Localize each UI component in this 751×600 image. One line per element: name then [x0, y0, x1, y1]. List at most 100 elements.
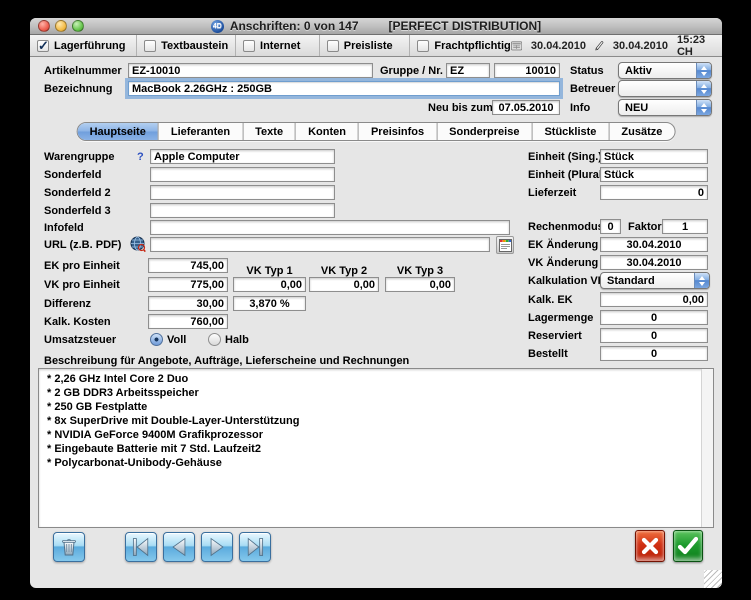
einheit-plural-field[interactable]: Stück: [600, 167, 708, 182]
differenz-label: Differenz: [44, 298, 91, 310]
calendar-icon: [511, 39, 522, 52]
ek-pro-einheit-label: EK pro Einheit: [44, 260, 120, 272]
neu-bis-zum-field[interactable]: 07.05.2010: [492, 100, 560, 115]
tab-sonderpreise[interactable]: Sonderpreise: [436, 123, 531, 140]
lagermenge-label: Lagermenge: [528, 312, 593, 324]
infofeld-field[interactable]: [150, 220, 510, 235]
checkbox-icon[interactable]: [37, 40, 49, 52]
radio-voll[interactable]: [150, 333, 163, 346]
vk-pro-einheit-field[interactable]: 775,00: [148, 277, 228, 292]
kalk-kosten-field[interactable]: 760,00: [148, 314, 228, 329]
checkbox-textbaustein[interactable]: Textbaustein: [137, 35, 236, 56]
kalk-ek-label: Kalk. EK: [528, 294, 573, 306]
sonderfeld-label: Sonderfeld: [44, 169, 101, 181]
popup-stepper-icon: [694, 273, 709, 288]
minimize-window-icon[interactable]: [55, 20, 67, 32]
flag-toolbar: Lagerführung Textbaustein Internet Preis…: [30, 35, 722, 57]
lieferzeit-field[interactable]: 0: [600, 185, 708, 200]
bezeichnung-field[interactable]: MacBook 2.26GHz : 250GB: [128, 81, 560, 96]
window-title: 4D Anschriften: 0 von 147 [PERFECT DISTR…: [30, 19, 722, 33]
faktor-field[interactable]: 1: [662, 219, 708, 234]
tab-konten[interactable]: Konten: [295, 123, 358, 140]
next-record-button[interactable]: [201, 532, 233, 562]
vk-typ2-field[interactable]: 0,00: [309, 277, 379, 292]
checkbox-icon[interactable]: [243, 40, 255, 52]
last-record-button[interactable]: [239, 532, 271, 562]
reserviert-field[interactable]: 0: [600, 328, 708, 343]
betreuer-popup[interactable]: [618, 80, 712, 97]
window-controls: [38, 20, 84, 32]
checkbox-internet[interactable]: Internet: [236, 35, 320, 56]
resize-grip[interactable]: [704, 570, 722, 588]
nr-field[interactable]: 10010: [494, 63, 560, 78]
einheit-sing-field[interactable]: Stück: [600, 149, 708, 164]
popup-stepper-icon: [696, 63, 711, 78]
lagermenge-field[interactable]: 0: [600, 310, 708, 325]
pencil-icon: [595, 39, 604, 52]
differenz-field[interactable]: 30,00: [148, 296, 228, 311]
tab-lieferanten[interactable]: Lieferanten: [158, 123, 242, 140]
warengruppe-field[interactable]: Apple Computer: [150, 149, 335, 164]
ek-pro-einheit-field[interactable]: 745,00: [148, 258, 228, 273]
status-label: Status: [570, 65, 604, 77]
modified-date: 30.04.2010: [613, 40, 668, 52]
close-window-icon[interactable]: [38, 20, 50, 32]
vk-typ1-field[interactable]: 0,00: [233, 277, 306, 292]
next-record-icon: [205, 536, 229, 558]
help-icon[interactable]: ?: [137, 151, 144, 163]
kalk-ek-field[interactable]: 0,00: [600, 292, 708, 307]
gruppe-field[interactable]: EZ: [446, 63, 490, 78]
warengruppe-label: Warengruppe: [44, 151, 115, 163]
previous-record-button[interactable]: [163, 532, 195, 562]
globe-icon[interactable]: [130, 236, 146, 253]
popup-stepper-icon: [696, 81, 711, 96]
vk-pro-einheit-label: VK pro Einheit: [44, 279, 120, 291]
delete-record-button[interactable]: [53, 532, 85, 562]
bestellt-field[interactable]: 0: [600, 346, 708, 361]
zoom-window-icon[interactable]: [72, 20, 84, 32]
sonderfeld-field[interactable]: [150, 167, 335, 182]
reserviert-label: Reserviert: [528, 330, 582, 342]
first-record-button[interactable]: [125, 532, 157, 562]
radio-halb[interactable]: [208, 333, 221, 346]
artikelnummer-field[interactable]: EZ-10010: [128, 63, 373, 78]
checkbox-icon[interactable]: [417, 40, 429, 52]
radio-voll-label: Voll: [167, 334, 186, 346]
tab-zusaetze[interactable]: Zusätze: [608, 123, 674, 140]
checkbox-icon[interactable]: [144, 40, 156, 52]
vk-typ3-field[interactable]: 0,00: [385, 277, 455, 292]
scrollbar[interactable]: [701, 369, 713, 527]
beschreibung-textarea[interactable]: * 2,26 GHz Intel Core 2 Duo * 2 GB DDR3 …: [38, 368, 714, 528]
tab-preisinfos[interactable]: Preisinfos: [358, 123, 436, 140]
sonderfeld2-field[interactable]: [150, 185, 335, 200]
url-field[interactable]: [150, 237, 490, 252]
tab-hauptseite[interactable]: Hauptseite: [78, 123, 158, 140]
checkbox-preisliste[interactable]: Preisliste: [320, 35, 411, 56]
vk-aenderung-field[interactable]: 30.04.2010: [600, 255, 708, 270]
cancel-button[interactable]: [635, 530, 665, 562]
differenz-prozent-field[interactable]: 3,870 %: [233, 296, 306, 311]
title-bar[interactable]: 4D Anschriften: 0 von 147 [PERFECT DISTR…: [30, 18, 722, 35]
browser-window-icon[interactable]: [496, 236, 514, 254]
screen: 4D Anschriften: 0 von 147 [PERFECT DISTR…: [0, 0, 751, 600]
beschreibung-text: * 2,26 GHz Intel Core 2 Duo * 2 GB DDR3 …: [47, 372, 697, 524]
tab-texte[interactable]: Texte: [242, 123, 295, 140]
kalkulation-vk-popup[interactable]: Standard: [600, 272, 710, 289]
lieferzeit-label: Lieferzeit: [528, 187, 576, 199]
window-title-suffix: [PERFECT DISTRIBUTION]: [389, 19, 542, 33]
checkbox-icon[interactable]: [327, 40, 339, 52]
bestellt-label: Bestellt: [528, 348, 568, 360]
tab-stueckliste[interactable]: Stückliste: [531, 123, 608, 140]
rechenmodus-label: Rechenmodus: [528, 221, 604, 233]
checkbox-frachtpflichtig[interactable]: Frachtpflichtig: [410, 35, 510, 56]
rechenmodus-field[interactable]: 0: [600, 219, 621, 234]
confirm-button[interactable]: [673, 530, 703, 562]
checkbox-lagerfuehrung[interactable]: Lagerführung: [30, 35, 137, 56]
status-popup[interactable]: Aktiv: [618, 62, 712, 79]
sonderfeld2-label: Sonderfeld 2: [44, 187, 111, 199]
ek-aenderung-field[interactable]: 30.04.2010: [600, 237, 708, 252]
trash-icon: [61, 538, 77, 556]
info-popup[interactable]: NEU: [618, 99, 712, 116]
sonderfeld3-field[interactable]: [150, 203, 335, 218]
infofeld-label: Infofeld: [44, 222, 84, 234]
